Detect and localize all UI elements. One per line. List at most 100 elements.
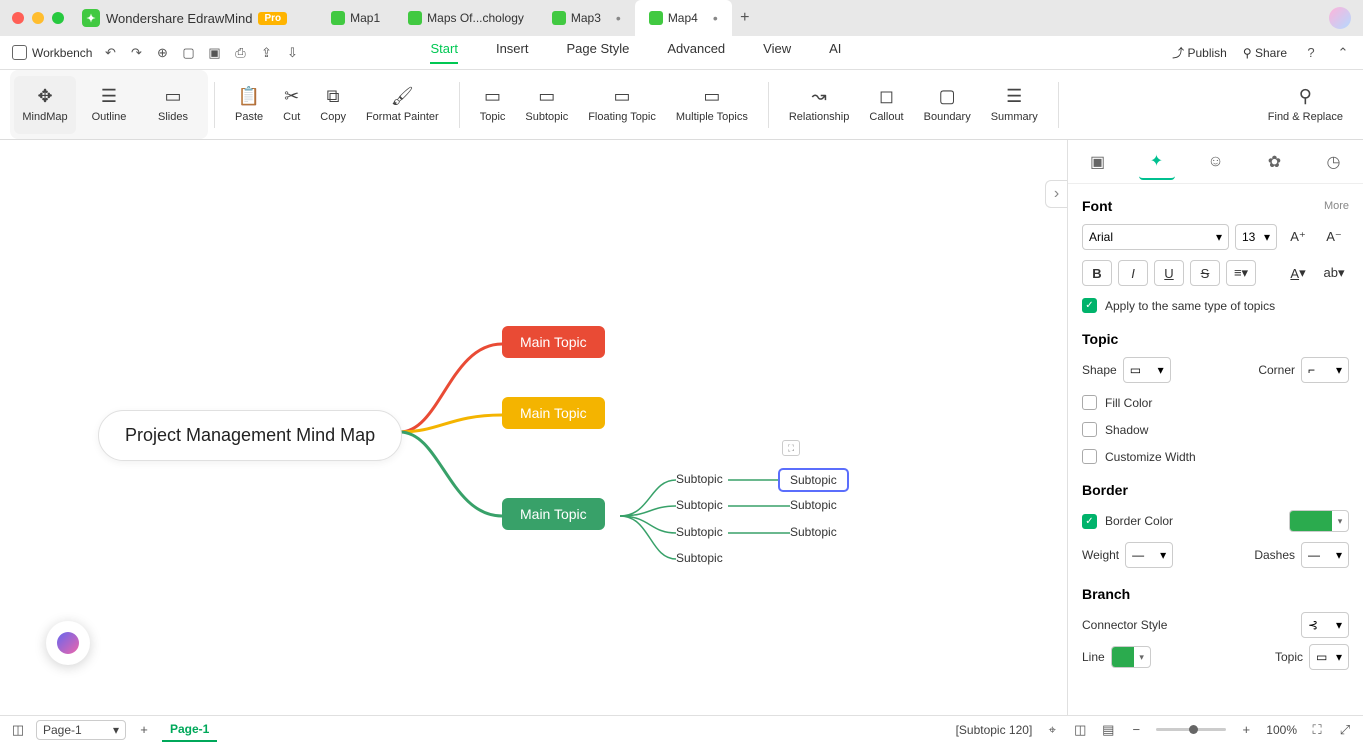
zoom-slider[interactable] bbox=[1156, 728, 1226, 731]
redo-icon[interactable]: ↷ bbox=[128, 45, 144, 61]
panel-tab-history[interactable]: ◷ bbox=[1316, 144, 1352, 180]
font-decrease[interactable]: A⁻ bbox=[1319, 224, 1349, 250]
summary-button[interactable]: ☰Summary bbox=[981, 76, 1048, 134]
font-family-select[interactable]: Arial▾ bbox=[1082, 224, 1229, 250]
user-avatar[interactable] bbox=[1329, 7, 1351, 29]
bold-button[interactable]: B bbox=[1082, 260, 1112, 286]
subtopic-node[interactable]: Subtopic bbox=[676, 525, 723, 539]
shadow-checkbox[interactable] bbox=[1082, 422, 1097, 437]
close-window[interactable] bbox=[12, 12, 24, 24]
panel-tab-layout[interactable]: ▣ bbox=[1080, 144, 1116, 180]
multiple-topics-button[interactable]: ▭Multiple Topics bbox=[666, 76, 758, 134]
layout1-icon[interactable]: ◫ bbox=[1072, 722, 1088, 738]
format-painter-button[interactable]: 🖌Format Painter bbox=[356, 76, 449, 134]
dashes-select[interactable]: —▾ bbox=[1301, 542, 1349, 568]
subtopic-node[interactable]: Subtopic bbox=[676, 551, 723, 565]
save-icon[interactable]: ▣ bbox=[206, 45, 222, 61]
subtopic-selected[interactable]: Subtopic bbox=[778, 468, 849, 492]
maximize-window[interactable] bbox=[52, 12, 64, 24]
mouse-icon[interactable]: ⌖ bbox=[1044, 722, 1060, 738]
menu-view[interactable]: View bbox=[763, 41, 791, 64]
menu-page-style[interactable]: Page Style bbox=[566, 41, 629, 64]
connector-select[interactable]: ⊰▾ bbox=[1301, 612, 1349, 638]
main-topic-3[interactable]: Main Topic bbox=[502, 498, 605, 530]
branch-topic-select[interactable]: ▭▾ bbox=[1309, 644, 1349, 670]
open-icon[interactable]: ▢ bbox=[180, 45, 196, 61]
callout-button[interactable]: ◻Callout bbox=[859, 76, 913, 134]
menu-ai[interactable]: AI bbox=[829, 41, 841, 64]
tab-map4[interactable]: Map4• bbox=[635, 0, 732, 36]
subtopic-node[interactable]: Subtopic bbox=[676, 498, 723, 512]
strike-button[interactable]: S bbox=[1190, 260, 1220, 286]
print-icon[interactable]: ⎙ bbox=[232, 45, 248, 61]
fullscreen-icon[interactable]: ⤢ bbox=[1337, 722, 1353, 738]
apply-same-checkbox[interactable]: ✓ bbox=[1082, 298, 1097, 313]
subtopic-button[interactable]: ▭Subtopic bbox=[515, 76, 578, 134]
import-icon[interactable]: ⇩ bbox=[284, 45, 300, 61]
minimize-window[interactable] bbox=[32, 12, 44, 24]
underline-button[interactable]: U bbox=[1154, 260, 1184, 286]
paste-button[interactable]: 📋Paste bbox=[225, 76, 273, 134]
menu-start[interactable]: Start bbox=[430, 41, 457, 64]
topic-button[interactable]: ▭Topic bbox=[470, 76, 516, 134]
zoom-out[interactable]: − bbox=[1128, 722, 1144, 738]
export-icon[interactable]: ⇪ bbox=[258, 45, 274, 61]
border-color-picker[interactable]: ▾ bbox=[1289, 510, 1349, 532]
subtopic-node[interactable]: Subtopic bbox=[676, 472, 723, 486]
help-icon[interactable]: ? bbox=[1303, 45, 1319, 61]
main-topic-2[interactable]: Main Topic bbox=[502, 397, 605, 429]
new-icon[interactable]: ⊕ bbox=[154, 45, 170, 61]
layout2-icon[interactable]: ▤ bbox=[1100, 722, 1116, 738]
text-case[interactable]: ab▾ bbox=[1319, 260, 1349, 286]
node-quick-icon[interactable]: ⛶ bbox=[782, 440, 800, 456]
custom-width-checkbox[interactable] bbox=[1082, 449, 1097, 464]
boundary-button[interactable]: ▢Boundary bbox=[914, 76, 981, 134]
corner-select[interactable]: ⌐▾ bbox=[1301, 357, 1349, 383]
align-button[interactable]: ≡▾ bbox=[1226, 260, 1256, 286]
canvas[interactable]: › Project Management Mind Map Main Topic… bbox=[0, 140, 1067, 715]
pages-panel-icon[interactable]: ◫ bbox=[10, 722, 26, 738]
view-outline[interactable]: ☰Outline bbox=[78, 76, 140, 134]
chevron-up-icon[interactable]: ⌃ bbox=[1335, 45, 1351, 61]
cut-button[interactable]: ✂Cut bbox=[273, 76, 310, 134]
font-increase[interactable]: A⁺ bbox=[1283, 224, 1313, 250]
line-color[interactable]: ▾ bbox=[1111, 646, 1151, 668]
view-slides[interactable]: ▭Slides bbox=[142, 76, 204, 134]
border-color-checkbox[interactable]: ✓ bbox=[1082, 514, 1097, 529]
fill-color-checkbox[interactable] bbox=[1082, 395, 1097, 410]
weight-select[interactable]: —▾ bbox=[1125, 542, 1173, 568]
main-topic-1[interactable]: Main Topic bbox=[502, 326, 605, 358]
add-tab-button[interactable]: + bbox=[732, 5, 758, 31]
fit-screen-icon[interactable]: ⛶ bbox=[1309, 722, 1325, 738]
share-button[interactable]: ⚲ Share bbox=[1243, 46, 1287, 60]
tab-map1[interactable]: Map1 bbox=[317, 0, 394, 36]
relationship-button[interactable]: ↝Relationship bbox=[779, 76, 860, 134]
copy-button[interactable]: ⧉Copy bbox=[310, 76, 356, 134]
font-color[interactable]: A▾ bbox=[1283, 260, 1313, 286]
font-more[interactable]: More bbox=[1324, 200, 1349, 212]
central-topic[interactable]: Project Management Mind Map bbox=[98, 410, 402, 461]
tab-map3[interactable]: Map3• bbox=[538, 0, 635, 36]
page-selector[interactable]: Page-1▾ bbox=[36, 720, 126, 740]
view-mindmap[interactable]: ✥MindMap bbox=[14, 76, 76, 134]
italic-button[interactable]: I bbox=[1118, 260, 1148, 286]
panel-tab-style[interactable]: ✦ bbox=[1139, 144, 1175, 180]
menu-insert[interactable]: Insert bbox=[496, 41, 529, 64]
zoom-in[interactable]: + bbox=[1238, 722, 1254, 738]
find-replace-button[interactable]: ⚲Find & Replace bbox=[1258, 76, 1353, 134]
workbench-button[interactable]: Workbench bbox=[12, 45, 92, 60]
undo-icon[interactable]: ↶ bbox=[102, 45, 118, 61]
panel-collapse-handle[interactable]: › bbox=[1045, 180, 1067, 208]
menu-advanced[interactable]: Advanced bbox=[667, 41, 725, 64]
add-page-icon[interactable]: + bbox=[136, 722, 152, 738]
panel-tab-icon[interactable]: ☺ bbox=[1198, 144, 1234, 180]
zoom-value[interactable]: 100% bbox=[1266, 723, 1297, 737]
tab-maps-of[interactable]: Maps Of...chology bbox=[394, 0, 538, 36]
ai-fab[interactable] bbox=[46, 621, 90, 665]
publish-button[interactable]: ⤴ Publish bbox=[1172, 44, 1227, 61]
page-tab[interactable]: Page-1 bbox=[162, 718, 217, 742]
subtopic-node[interactable]: Subtopic bbox=[790, 525, 837, 539]
subtopic-node[interactable]: Subtopic bbox=[790, 498, 837, 512]
floating-topic-button[interactable]: ▭Floating Topic bbox=[578, 76, 666, 134]
shape-select[interactable]: ▭▾ bbox=[1123, 357, 1171, 383]
